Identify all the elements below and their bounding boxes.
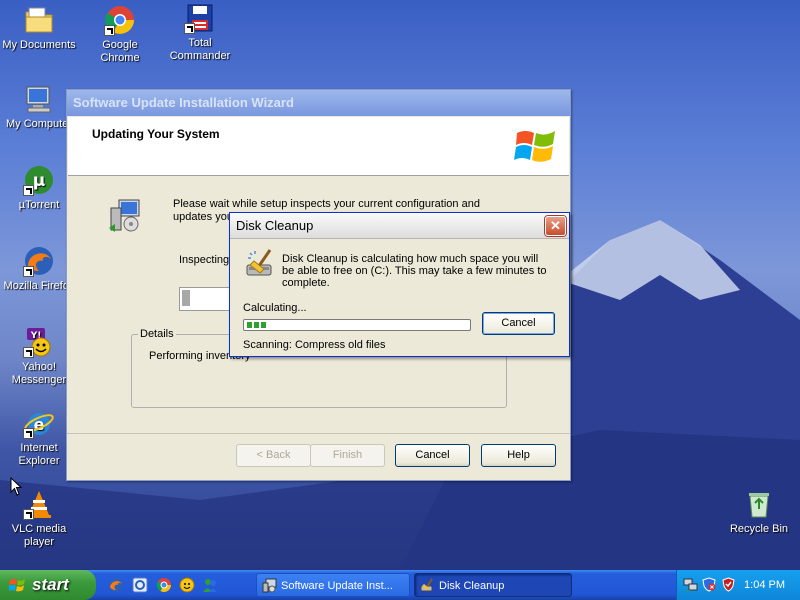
wizard-progress-bar [179, 287, 231, 311]
disk-cleanup-cancel-button[interactable]: Cancel [482, 312, 555, 335]
setup-computer-icon [109, 199, 140, 232]
desktop-icon-label: Google Chrome [100, 39, 140, 64]
wizard-header-title: Updating Your System [92, 127, 220, 141]
mouse-cursor-icon [10, 477, 23, 496]
taskbar-item-label: Software Update Inst... [281, 580, 393, 592]
disk-cleanup-title: Disk Cleanup [236, 218, 314, 233]
details-label: Details [138, 328, 176, 340]
shortcut-arrow-icon [184, 23, 195, 34]
folder-icon [23, 4, 55, 36]
network-icon[interactable] [683, 577, 698, 592]
taskbar-item-software-update[interactable]: Software Update Inst... [256, 573, 410, 597]
clock[interactable]: 1:04 PM [744, 570, 785, 600]
shortcut-arrow-icon [23, 428, 34, 439]
taskbar: start Software Update Inst... Disk Clean… [0, 570, 800, 600]
desktop-icon-label: VLC media player [11, 523, 67, 548]
vlc-cone-icon [23, 488, 55, 520]
desktop-icon-google-chrome[interactable]: Google Chrome [82, 4, 158, 65]
disk-cleanup-progress-bar [243, 319, 471, 331]
wizard-header: Updating Your System [68, 117, 569, 176]
shortcut-arrow-icon [23, 185, 34, 196]
quicklaunch-chrome-icon[interactable] [156, 577, 172, 593]
system-tray: 1:04 PM [676, 570, 800, 600]
wizard-title-bar[interactable]: Software Update Installation Wizard [67, 90, 570, 116]
quicklaunch-tool-icon[interactable] [132, 577, 148, 593]
disk-cleanup-title-bar[interactable]: Disk Cleanup ✕ [230, 213, 569, 239]
taskbar-item-label: Disk Cleanup [439, 580, 505, 592]
quicklaunch-firefox-icon[interactable] [108, 577, 124, 593]
setup-computer-icon [262, 578, 277, 593]
calculating-label: Calculating... [243, 302, 307, 314]
internet-explorer-icon: e [23, 407, 55, 439]
desktop-icon-label: Recycle Bin [729, 523, 789, 535]
shortcut-arrow-icon [104, 25, 115, 36]
svg-text:µ: µ [33, 171, 46, 191]
scanning-status: Scanning: Compress old files [243, 339, 386, 351]
disk-cleanup-broom-icon [246, 249, 272, 276]
wizard-cancel-button[interactable]: Cancel [395, 444, 470, 467]
progress-segment [261, 322, 266, 328]
start-button[interactable]: start [0, 570, 96, 600]
taskbar-item-disk-cleanup[interactable]: Disk Cleanup [414, 573, 572, 597]
windows-flag-icon [9, 579, 25, 592]
desktop-icon-my-documents[interactable]: My Documents [1, 4, 77, 52]
progress-segment [247, 322, 252, 328]
start-label: start [32, 575, 69, 594]
quicklaunch-yahoo-icon[interactable] [179, 577, 195, 593]
utorrent-icon: µ [23, 164, 55, 196]
chrome-icon [104, 4, 136, 36]
disk-cleanup-broom-icon [420, 578, 433, 592]
yahoo-messenger-icon: Y! [23, 326, 55, 358]
disk-cleanup-dialog[interactable]: Disk Cleanup ✕ Disk Cleanup is calculati… [229, 212, 570, 357]
shortcut-arrow-icon [23, 347, 34, 358]
disk-cleanup-message: Disk Cleanup is calculating how much spa… [282, 253, 547, 289]
progress-segment [254, 322, 259, 328]
shortcut-arrow-icon [23, 509, 34, 520]
help-button[interactable]: Help [481, 444, 556, 467]
shield-icon[interactable] [721, 577, 736, 592]
close-button[interactable]: ✕ [545, 216, 566, 236]
quicklaunch-msn-icon[interactable] [202, 577, 218, 593]
wizard-separator [67, 433, 570, 434]
computer-icon [23, 83, 55, 115]
windows-logo-icon [514, 131, 555, 162]
floppy-disk-icon [184, 2, 216, 34]
security-alert-icon[interactable] [702, 577, 717, 592]
desktop-icon-vlc[interactable]: VLC media player [1, 488, 77, 549]
firefox-icon [23, 245, 55, 277]
desktop-icon-label: Total Commander [169, 37, 231, 62]
back-button[interactable]: < Back [236, 444, 311, 467]
desktop-icon-recycle-bin[interactable]: Recycle Bin [721, 488, 797, 536]
desktop-icon-total-commander[interactable]: Total Commander [162, 2, 238, 63]
shortcut-arrow-icon [23, 266, 34, 277]
finish-button[interactable]: Finish [310, 444, 385, 467]
recycle-bin-icon [743, 488, 775, 520]
wizard-inspecting-label: Inspecting [179, 254, 230, 266]
desktop-icon-label: My Documents [2, 39, 76, 51]
